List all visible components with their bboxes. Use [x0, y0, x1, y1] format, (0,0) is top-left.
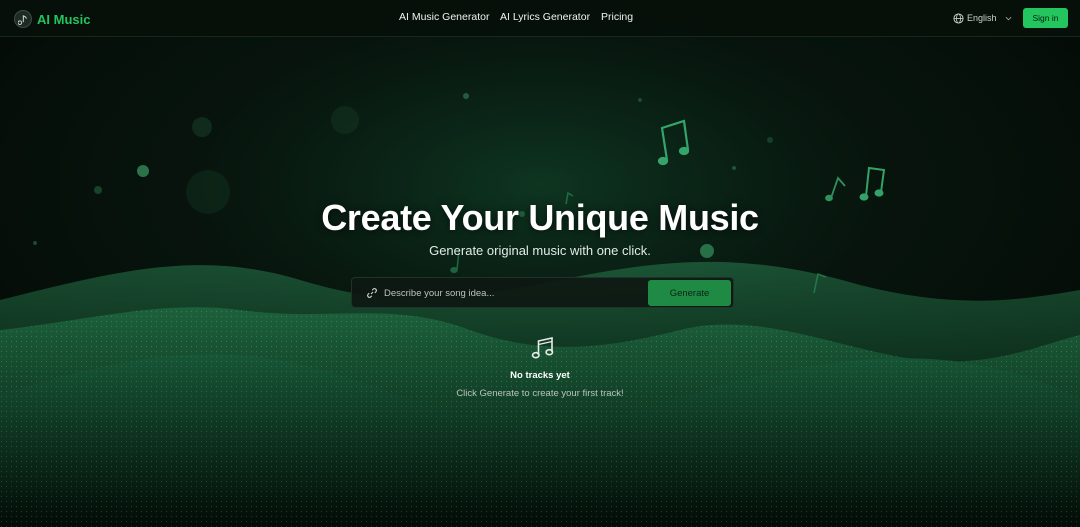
top-navbar: AI Music AI Music Generator AI Lyrics Ge…	[0, 0, 1080, 37]
music-notes-icon	[531, 337, 554, 359]
globe-icon	[953, 12, 964, 24]
song-idea-input[interactable]	[384, 284, 642, 302]
brand-name: AI Music	[37, 11, 91, 27]
chevron-down-icon	[1005, 16, 1011, 20]
background-waves	[0, 0, 1080, 527]
brand-logo[interactable]: AI Music	[14, 9, 90, 29]
logo-icon	[14, 10, 32, 28]
language-label: English	[967, 13, 997, 23]
nav-link-ai-lyrics-generator[interactable]: AI Lyrics Generator	[500, 11, 590, 23]
hero-title: Create Your Unique Music	[321, 197, 759, 238]
nav-link-pricing[interactable]: Pricing	[601, 11, 633, 23]
main-nav: AI Music Generator AI Lyrics Generator P…	[0, 11, 1080, 27]
song-prompt-bar: Generate	[351, 277, 734, 308]
generate-button[interactable]: Generate	[648, 280, 731, 306]
sign-in-button[interactable]: Sign in	[1023, 8, 1068, 28]
empty-state-hint: Click Generate to create your first trac…	[456, 388, 624, 399]
link-icon	[367, 288, 377, 298]
page: AI Music AI Music Generator AI Lyrics Ge…	[0, 0, 1080, 527]
empty-state-title: No tracks yet	[510, 370, 570, 381]
language-selector[interactable]: English	[953, 11, 1012, 25]
hero-subtitle: Generate original music with one click.	[429, 243, 651, 258]
nav-link-ai-music-generator[interactable]: AI Music Generator	[399, 11, 489, 23]
